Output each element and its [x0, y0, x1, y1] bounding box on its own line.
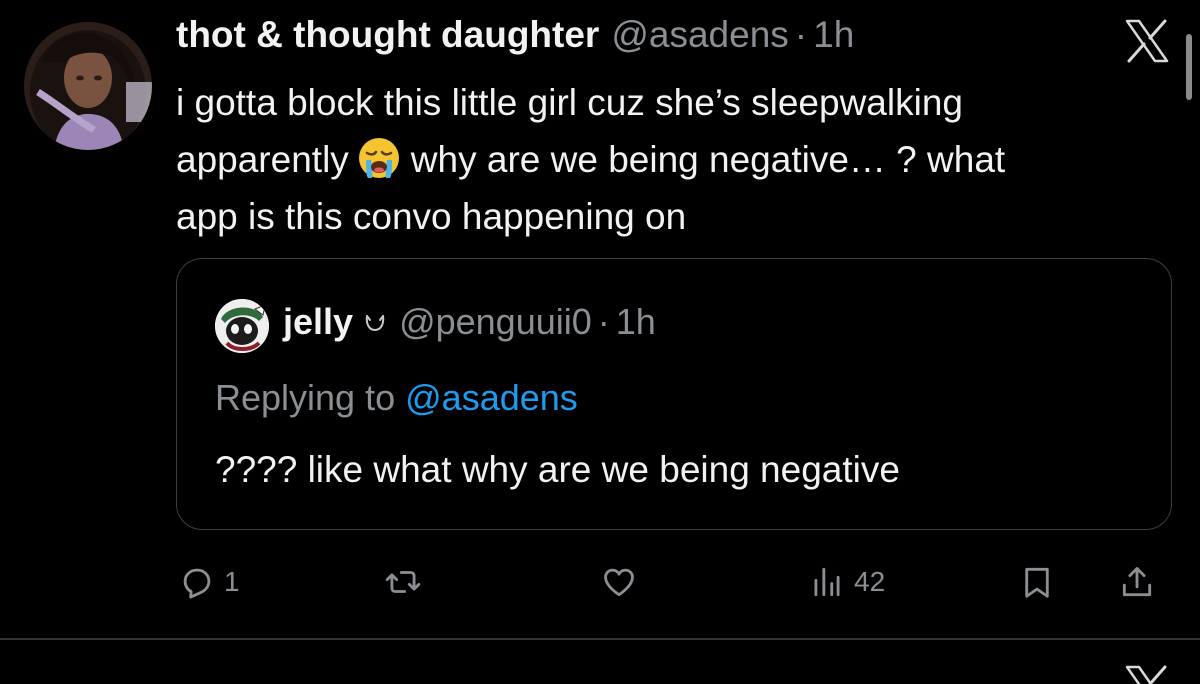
- quoted-author-avatar[interactable]: [215, 299, 269, 353]
- replying-to-mention[interactable]: @asadens: [405, 377, 578, 418]
- quoted-tweet-timestamp[interactable]: 1h: [616, 301, 656, 343]
- tweet-text-line: i gotta block this little girl cuz she’s…: [176, 82, 963, 123]
- views-chart-icon: [814, 567, 840, 597]
- x-logo-icon: [1124, 664, 1170, 684]
- loudly-crying-face-icon: [358, 138, 399, 178]
- tweet-divider: [0, 638, 1200, 640]
- quoted-author-handle[interactable]: @penguuii0: [399, 301, 592, 343]
- share-button[interactable]: [1118, 560, 1156, 604]
- bookmark-icon: [1025, 567, 1049, 598]
- reply-icon: [183, 568, 211, 599]
- views-button[interactable]: 42: [808, 560, 885, 604]
- repost-button[interactable]: [384, 560, 422, 604]
- author-handle[interactable]: @asadens: [611, 14, 788, 56]
- scrollbar[interactable]: [1186, 34, 1192, 100]
- author-avatar[interactable]: [24, 22, 152, 150]
- tweet-text-line: app is this convo happening on: [176, 196, 687, 237]
- replying-to-line: Replying to @asadens: [215, 377, 578, 419]
- separator-dot: ·: [794, 14, 808, 55]
- share-icon: [1122, 567, 1152, 597]
- quoted-author-display-name[interactable]: jelly: [283, 301, 353, 343]
- tweet-text-segment: apparently: [176, 139, 349, 180]
- replying-to-label: Replying to: [215, 377, 396, 418]
- tweet-text-segment: why are we being negative… ? what: [410, 139, 1006, 180]
- quoted-tweet-header: jelly @penguuii0 · 1h: [283, 301, 656, 343]
- quoted-tweet[interactable]: jelly @penguuii0 · 1h Replying to @asade…: [176, 258, 1172, 530]
- author-display-name[interactable]: thot & thought daughter: [176, 14, 599, 56]
- tweet-header: thot & thought daughter @asadens · 1h: [176, 14, 854, 64]
- cat-face-icon: [365, 315, 385, 332]
- reply-button[interactable]: 1: [178, 560, 240, 604]
- quoted-tweet-text: ???? like what why are we being negative: [215, 449, 900, 490]
- bookmark-button[interactable]: [1018, 560, 1056, 604]
- tweet-text: i gotta block this little girl cuz she’s…: [176, 74, 1166, 245]
- heart-icon: [604, 568, 634, 597]
- tweet-timestamp[interactable]: 1h: [813, 14, 854, 56]
- reply-count: 1: [224, 566, 240, 597]
- like-button[interactable]: [600, 560, 638, 604]
- views-count: 42: [854, 566, 886, 597]
- x-logo-icon: [1124, 18, 1170, 64]
- repost-icon: [385, 571, 421, 593]
- tweet-text-line: apparently why are we being negative… ? …: [176, 131, 1166, 188]
- separator-dot: ·: [597, 301, 610, 342]
